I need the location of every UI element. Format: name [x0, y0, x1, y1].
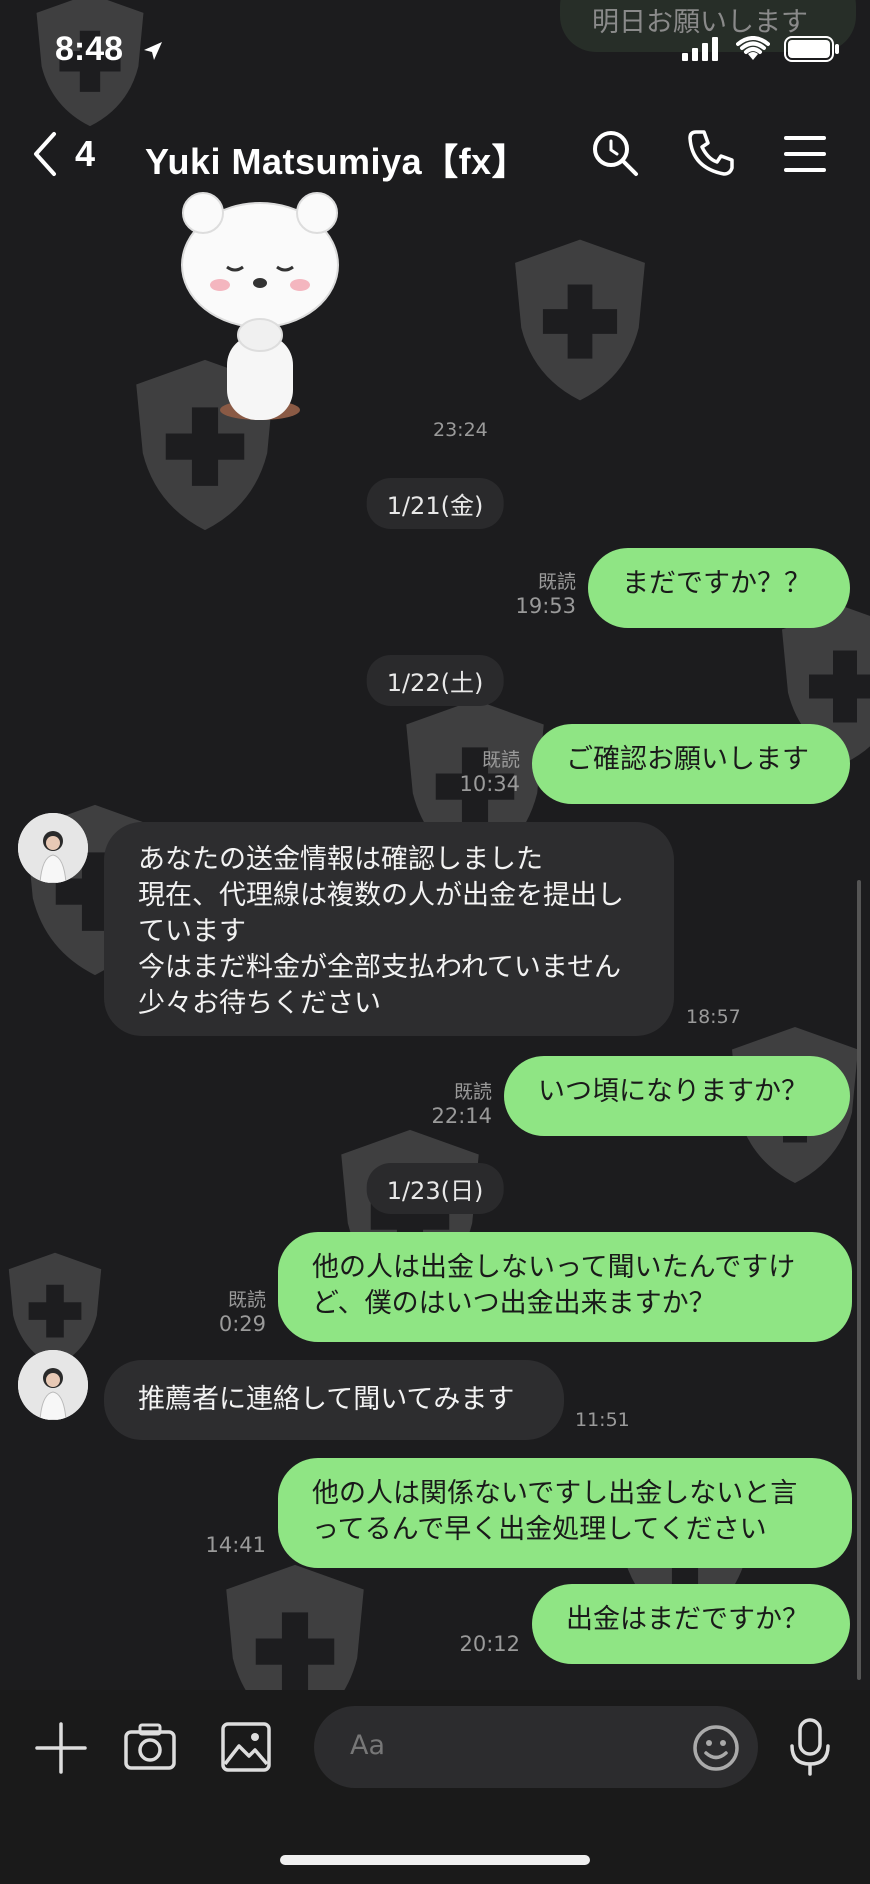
sent-message-bubble[interactable]: ご確認お願いします — [532, 724, 850, 804]
sticker-time: 23:24 — [433, 419, 488, 441]
microphone-icon[interactable] — [788, 1718, 832, 1776]
date-divider: 1/21(金) — [366, 478, 504, 529]
status-icons — [682, 36, 840, 62]
message-meta: 既読 0:29 — [160, 1288, 266, 1336]
wifi-icon — [736, 36, 770, 60]
date-divider: 1/22(土) — [366, 655, 504, 706]
plus-icon[interactable] — [35, 1722, 87, 1774]
person-icon — [18, 813, 88, 883]
read-receipt: 既読 — [453, 1081, 492, 1103]
scrollbar[interactable] — [857, 880, 861, 1680]
message-meta: 既読 19:53 — [470, 570, 576, 618]
message-time: 14:41 — [205, 1533, 266, 1557]
signal-icon — [682, 37, 718, 61]
message-time: 19:53 — [515, 594, 576, 618]
back-chevron-icon[interactable] — [30, 130, 60, 178]
sent-message-bubble[interactable]: 他の人は関係ないですし出金しないと言 ってるんで早く出金処理してください — [278, 1458, 852, 1568]
sent-message-bubble[interactable]: いつ頃になりますか？ — [504, 1056, 850, 1136]
battery-icon — [784, 36, 839, 62]
message-time: 20:12 — [459, 1632, 520, 1656]
message-meta: 20:12 — [414, 1632, 520, 1656]
sent-message-bubble[interactable]: 出金はまだですか？ — [532, 1584, 850, 1664]
watermark-shield-icon — [515, 239, 645, 401]
read-receipt: 既読 — [481, 749, 520, 771]
phone-icon[interactable] — [686, 128, 736, 178]
camera-icon[interactable] — [124, 1722, 176, 1772]
chat-title: Yuki Matsumiya【fx】 — [145, 141, 529, 182]
message-time: 22:14 — [431, 1104, 492, 1128]
message-meta: 既読 10:34 — [414, 748, 520, 796]
read-receipt: 既読 — [537, 571, 576, 593]
location-arrow-icon — [144, 42, 162, 60]
home-indicator[interactable] — [280, 1855, 590, 1865]
emoji-icon[interactable] — [692, 1724, 740, 1772]
bear-sticker[interactable] — [165, 185, 355, 425]
sent-message-bubble[interactable]: 他の人は出金しないって聞いたんですけ ど、僕のはいつ出金出来ますか？ — [278, 1232, 852, 1342]
message-meta: 14:41 — [160, 1533, 266, 1557]
contact-avatar[interactable] — [18, 1350, 88, 1420]
message-time: 18:57 — [686, 1006, 741, 1028]
sent-message-bubble[interactable]: まだですか？？ — [588, 548, 850, 628]
status-time: 8:48 — [55, 30, 124, 68]
message-time: 10:34 — [459, 772, 520, 796]
partial-message-text: 明日お願いします — [592, 7, 808, 38]
read-receipt: 既読 — [227, 1289, 266, 1311]
contact-avatar[interactable] — [18, 813, 88, 883]
date-divider: 1/23(日) — [366, 1163, 504, 1214]
message-input-placeholder: Aa — [350, 1730, 386, 1761]
message-time: 0:29 — [218, 1312, 266, 1336]
received-message-bubble[interactable]: 推薦者に連絡して聞いてみます — [104, 1360, 564, 1440]
person-icon — [18, 1350, 88, 1420]
back-unread-count[interactable]: 4 — [75, 133, 95, 175]
search-icon[interactable] — [590, 128, 640, 178]
menu-icon[interactable] — [784, 134, 826, 174]
received-message-bubble[interactable]: あなたの送金情報は確認しました 現在、代理線は複数の人が出金を提出し ています … — [104, 822, 674, 1036]
message-time: 11:51 — [575, 1409, 630, 1431]
message-meta: 既読 22:14 — [386, 1080, 492, 1128]
image-icon[interactable] — [221, 1722, 271, 1772]
